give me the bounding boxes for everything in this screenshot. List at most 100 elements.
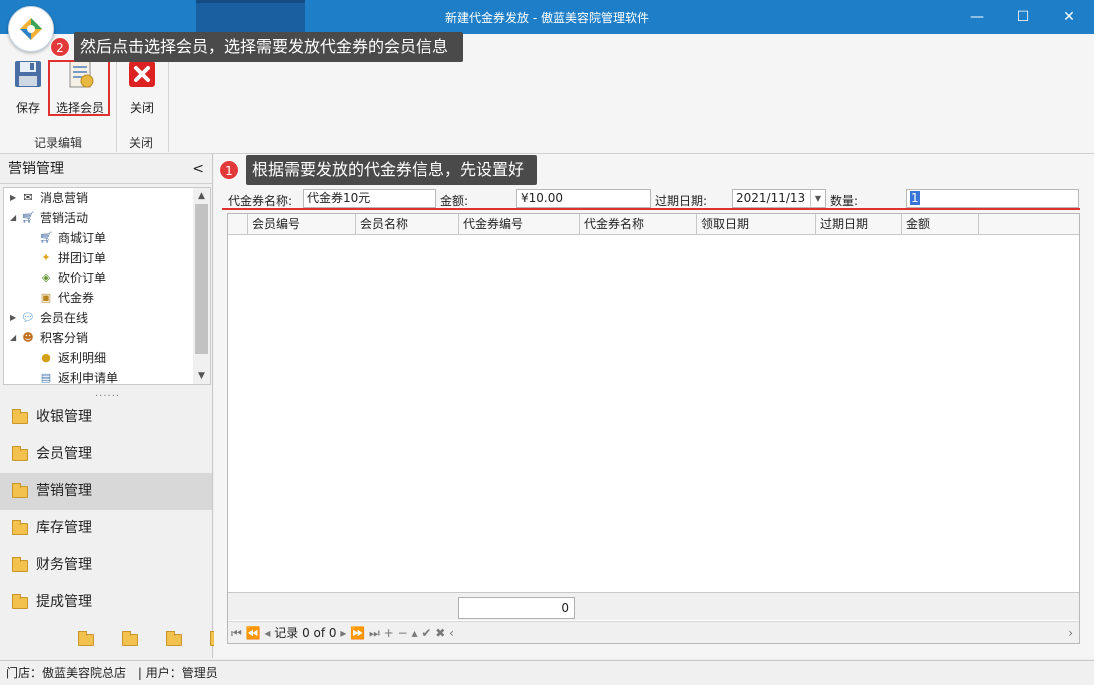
nav-finance[interactable]: 财务管理 bbox=[0, 547, 212, 584]
scroll-right-icon[interactable]: › bbox=[1068, 622, 1073, 644]
tree-label: 拼团订单 bbox=[58, 251, 107, 265]
tree-item-coupon[interactable]: ▣ 代金券 bbox=[38, 288, 94, 308]
main-panel: 金 代金券名称: 代金券10元 金额: ¥10.00 过期日期: 2021/11… bbox=[214, 154, 1094, 658]
save-button[interactable]: 保存 bbox=[8, 58, 48, 116]
scroll-down-icon[interactable]: ▼ bbox=[193, 368, 210, 384]
expand-arrow-icon[interactable]: ▶ bbox=[10, 188, 20, 208]
tree-label: 代金券 bbox=[58, 291, 95, 305]
collapse-arrow-icon[interactable]: ◢ bbox=[10, 328, 20, 348]
nav-members[interactable]: 会员管理 bbox=[0, 436, 212, 473]
folder-icon[interactable] bbox=[122, 631, 138, 646]
app-menu-button[interactable] bbox=[8, 6, 54, 52]
collapse-arrow-icon[interactable]: ◢ bbox=[10, 208, 20, 228]
folder-icon bbox=[12, 593, 28, 609]
amount-input[interactable]: ¥10.00 bbox=[516, 189, 651, 208]
save-label: 保存 bbox=[15, 101, 40, 115]
puzzle-icon: ✦ bbox=[41, 251, 51, 264]
column-header[interactable]: 会员名称 bbox=[356, 214, 459, 235]
column-header[interactable]: 代金券名称 bbox=[580, 214, 697, 235]
group-label-record-edit: 记录编辑 bbox=[34, 136, 83, 150]
prev-record-icon[interactable]: ◂ bbox=[264, 626, 270, 640]
folder-icon[interactable] bbox=[78, 631, 94, 646]
first-record-icon[interactable]: ⏮ bbox=[231, 626, 242, 640]
folder-icon bbox=[12, 482, 28, 498]
tree-item-mall-orders[interactable]: 🛒︎ 商城订单 bbox=[38, 228, 106, 248]
cancel-icon[interactable]: ✖ bbox=[435, 626, 445, 640]
tree-scrollbar[interactable]: ▲ ▼ bbox=[193, 188, 210, 384]
coins-icon: ● bbox=[41, 351, 51, 364]
nav-label: 会员管理 bbox=[36, 446, 92, 462]
folder-icon[interactable] bbox=[166, 631, 182, 646]
nav-inventory[interactable]: 库存管理 bbox=[0, 510, 212, 547]
folder-icon bbox=[12, 408, 28, 424]
collapse-chevron-icon[interactable]: < bbox=[192, 154, 204, 184]
tree-label: 积客分销 bbox=[40, 331, 89, 345]
column-header[interactable]: 金额 bbox=[902, 214, 979, 235]
scrollbar-thumb[interactable] bbox=[195, 204, 208, 354]
column-header[interactable]: 代金券编号 bbox=[459, 214, 580, 235]
dropdown-arrow-icon[interactable]: ▼ bbox=[810, 190, 825, 207]
tree-item-rebate-detail[interactable]: ● 返利明细 bbox=[38, 348, 106, 368]
delete-record-icon[interactable]: − bbox=[398, 626, 408, 640]
column-header[interactable]: 领取日期 bbox=[697, 214, 816, 235]
nav-commission[interactable]: 提成管理 bbox=[0, 584, 212, 621]
tree-item-group-orders[interactable]: ✦ 拼团订单 bbox=[38, 248, 106, 268]
cart-icon: 🛒︎ bbox=[39, 231, 53, 244]
cart-icon: 🛒︎ bbox=[21, 211, 35, 224]
tree-item-member-online[interactable]: ▶ 💬︎ 会员在线 bbox=[10, 308, 88, 328]
tree-label: 消息营销 bbox=[40, 191, 89, 205]
tree-label: 返利申请单 bbox=[58, 371, 119, 385]
highlight-box bbox=[48, 60, 110, 116]
prev-page-icon[interactable]: ⏪ bbox=[246, 626, 261, 640]
sidebar-title: 营销管理 bbox=[8, 161, 64, 177]
status-bar: 门店：傲蓝美容院总店 | 用户：管理员 bbox=[0, 660, 1094, 685]
tree-item-marketing-activity[interactable]: ◢ 🛒︎ 营销活动 bbox=[10, 208, 88, 228]
tree-item-rebate-request[interactable]: ▤ 返利申请单 bbox=[38, 368, 119, 385]
expand-arrow-icon[interactable]: ▶ bbox=[10, 308, 20, 328]
sidebar: 营销管理 < ▶ ✉ 消息营销 ◢ 🛒︎ 营销活动 🛒︎ 商城订单 ✦ 拼团订单… bbox=[0, 154, 226, 658]
chat-icon: 💬︎ bbox=[21, 311, 35, 324]
tree-item-bargain-orders[interactable]: ◈ 砍价订单 bbox=[38, 268, 106, 288]
column-header[interactable]: 过期日期 bbox=[816, 214, 902, 235]
expiry-date-input[interactable]: 2021/11/13 ▼ bbox=[732, 189, 826, 208]
last-record-icon[interactable]: ⏭ bbox=[369, 626, 380, 640]
quantity-value: 1 bbox=[910, 191, 920, 205]
tree-label: 会员在线 bbox=[40, 311, 89, 325]
quantity-input[interactable]: 1 bbox=[906, 189, 1079, 208]
column-header[interactable]: 会员编号 bbox=[248, 214, 356, 235]
coupon-name-input[interactable]: 代金券10元 bbox=[303, 189, 436, 208]
app-logo-icon bbox=[20, 18, 42, 40]
next-record-icon[interactable]: ▸ bbox=[340, 626, 346, 640]
tree-label: 商城订单 bbox=[58, 231, 107, 245]
tag-icon: ◈ bbox=[41, 271, 51, 284]
maximize-button[interactable]: ☐ bbox=[1000, 0, 1046, 34]
save-icon bbox=[15, 61, 41, 87]
edit-record-icon[interactable]: ▴ bbox=[411, 626, 417, 640]
tree-label: 砍价订单 bbox=[58, 271, 107, 285]
folder-icon bbox=[12, 556, 28, 572]
record-count: 记录 0 of 0 bbox=[274, 626, 337, 640]
callout-1: 根据需要发放的代金券信息，先设置好 bbox=[246, 155, 537, 185]
marketing-tree: ▶ ✉ 消息营销 ◢ 🛒︎ 营销活动 🛒︎ 商城订单 ✦ 拼团订单 ◈ 砍价订单… bbox=[3, 187, 211, 385]
amount-sum: 0 bbox=[458, 597, 575, 619]
next-page-icon[interactable]: ⏩ bbox=[350, 626, 365, 640]
close-label: 关闭 bbox=[129, 101, 154, 115]
add-record-icon[interactable]: + bbox=[384, 626, 394, 640]
close-button[interactable]: 关闭 bbox=[122, 58, 162, 116]
scroll-up-icon[interactable]: ▲ bbox=[193, 188, 210, 204]
sidebar-header: 营销管理 < bbox=[0, 154, 212, 184]
tree-item-message-marketing[interactable]: ▶ ✉ 消息营销 bbox=[10, 188, 88, 208]
splitter-handle[interactable]: ...... bbox=[95, 388, 120, 399]
tree-item-distribution[interactable]: ◢ ☻ 积客分销 bbox=[10, 328, 88, 348]
tree-label: 营销活动 bbox=[40, 211, 89, 225]
nav-marketing[interactable]: 营销管理 bbox=[0, 473, 212, 510]
grid-footer: 0 bbox=[228, 592, 1079, 620]
grid-header: 会员编号 会员名称 代金券编号 代金券名称 领取日期 过期日期 金额 bbox=[228, 214, 1079, 235]
nav-cashier[interactable]: 收银管理 bbox=[0, 399, 212, 436]
scroll-left-icon[interactable]: ‹ bbox=[449, 626, 454, 640]
close-window-button[interactable]: ✕ bbox=[1046, 0, 1092, 34]
confirm-icon[interactable]: ✔ bbox=[421, 626, 431, 640]
user-info: | 用户：管理员 bbox=[137, 666, 218, 680]
minimize-button[interactable]: — bbox=[954, 0, 1000, 34]
title-bar: 新建代金券发放 - 傲蓝美容院管理软件 — ☐ ✕ bbox=[0, 0, 1094, 34]
